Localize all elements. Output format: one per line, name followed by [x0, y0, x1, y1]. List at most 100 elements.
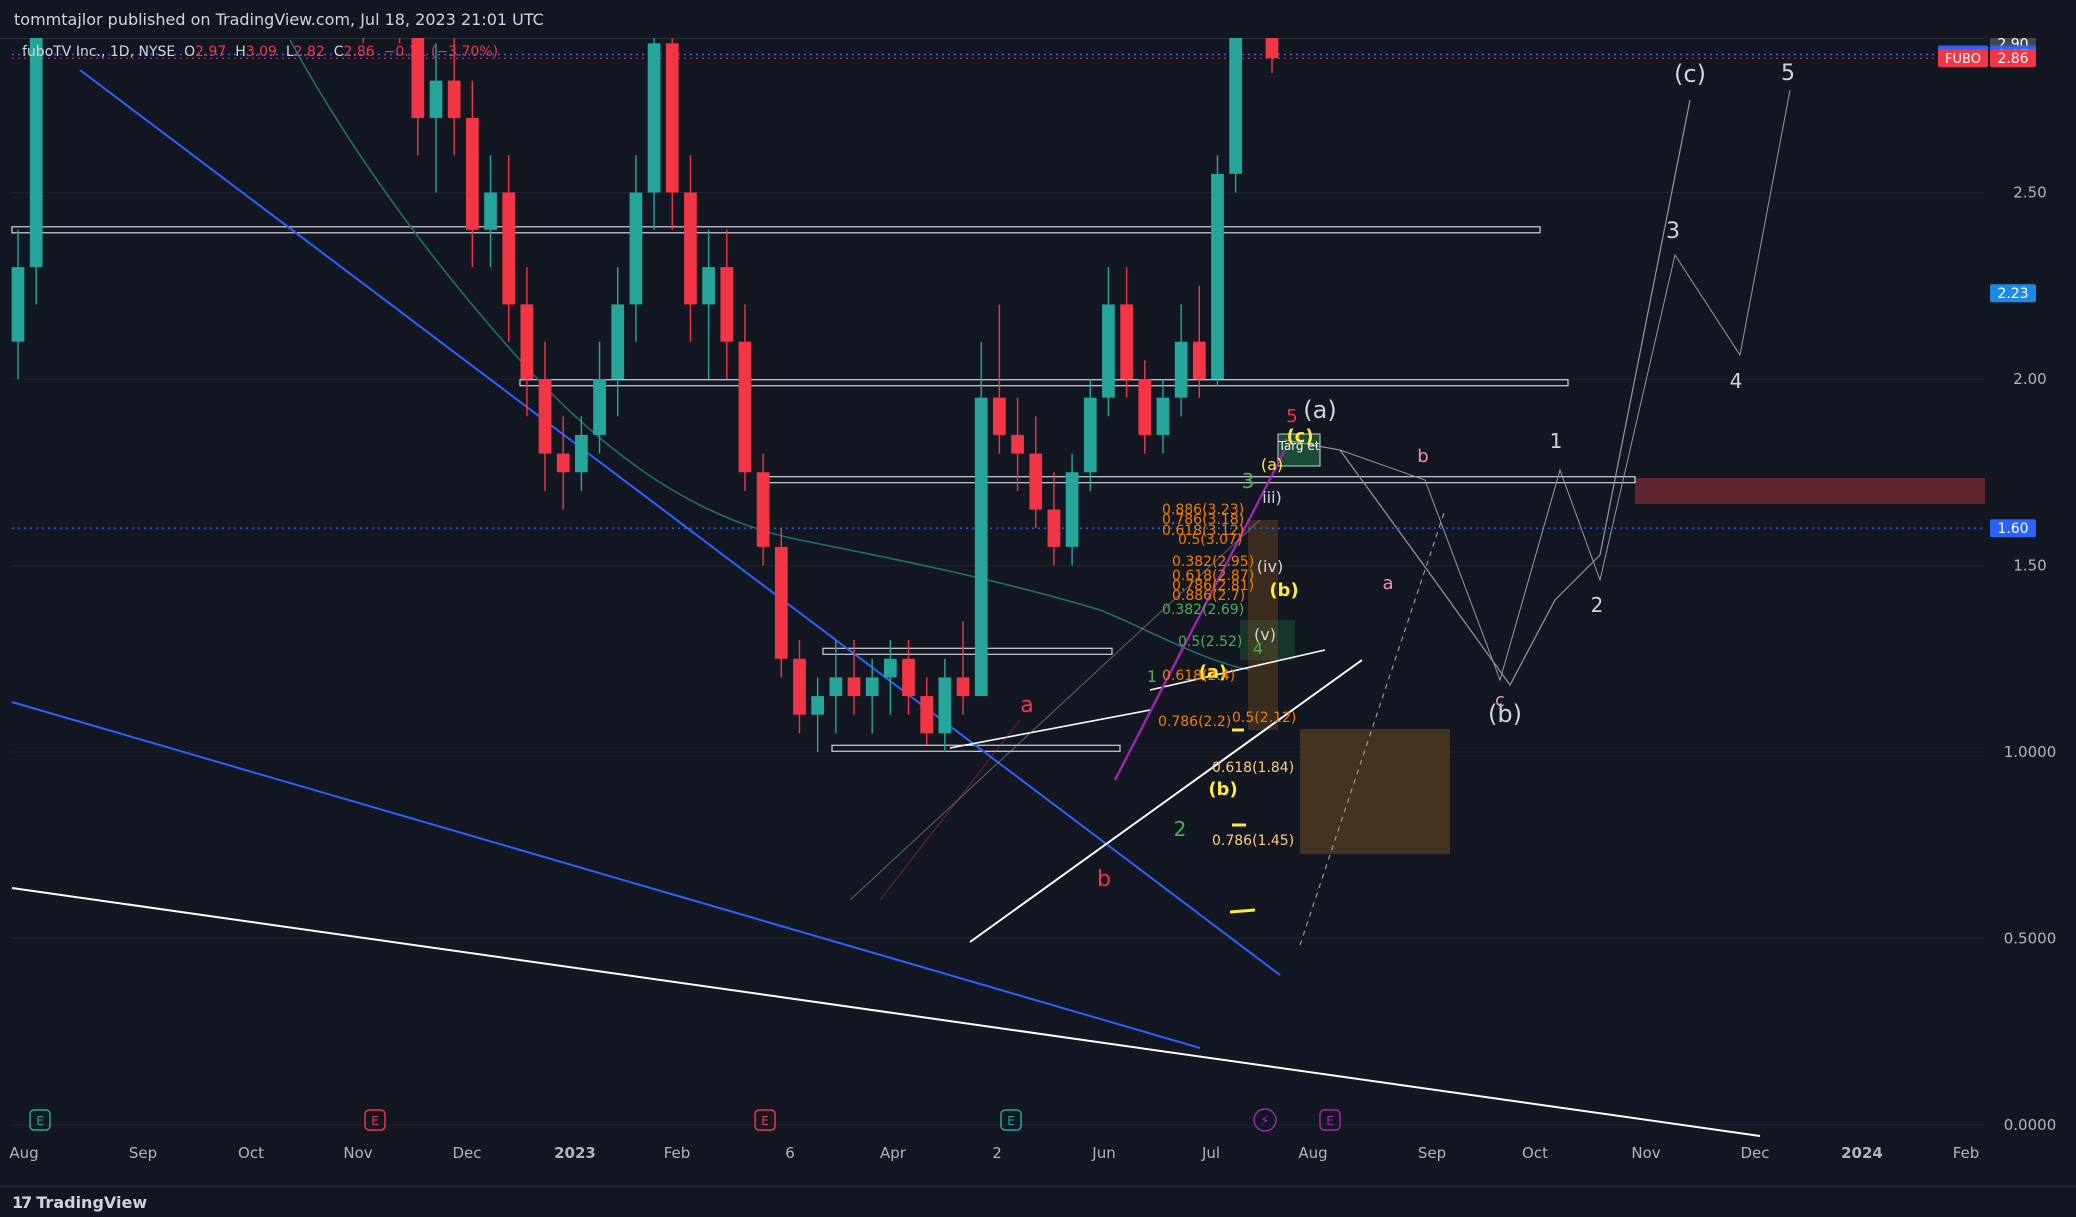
y-tick-label: 1.0000: [2004, 743, 2057, 761]
candle-body: [865, 677, 879, 697]
x-tick-label: 2023: [554, 1144, 596, 1162]
support-resistance-lines: [11, 53, 1985, 752]
chart-grid: [12, 192, 1985, 1126]
fib-05-252: 0.5(2.52): [1178, 634, 1242, 650]
candle-body: [629, 192, 643, 305]
label-big-c: (c): [1674, 60, 1706, 88]
label-green-2: 2: [1174, 817, 1187, 841]
x-tick-label: Apr: [880, 1144, 907, 1162]
level-box: [761, 476, 1636, 484]
svg-text:⚡: ⚡: [1260, 1114, 1269, 1129]
price-badge-tag-label: FUBO: [1945, 52, 1981, 67]
label-green-1: 1: [1147, 667, 1157, 686]
candle-body: [847, 677, 861, 697]
label-green-3: 3: [1242, 469, 1255, 493]
candle-body: [1156, 397, 1170, 435]
price-axis[interactable]: 5.505.004.504.003.502.502.001.501.00000.…: [1985, 38, 2076, 1186]
label-iii: iii): [1262, 488, 1282, 507]
label-4: 4: [1730, 369, 1743, 393]
legend-high: 3.09: [245, 44, 277, 60]
x-tick-label: Feb: [664, 1144, 691, 1162]
level-box: [822, 647, 1113, 655]
candle-body: [883, 658, 897, 678]
x-tick-label: Dec: [452, 1144, 481, 1162]
price-badge-label: 2.86: [1997, 51, 2028, 67]
svg-text:E: E: [1326, 1114, 1334, 1128]
x-tick-label: Jul: [1201, 1144, 1220, 1162]
x-tick-label: Feb: [1953, 1144, 1980, 1162]
candle-body: [956, 677, 970, 697]
x-tick-label: Oct: [238, 1144, 264, 1162]
candle-body: [484, 192, 497, 230]
candle-body: [611, 304, 625, 379]
candle-body: [502, 192, 516, 305]
top-bar: tommtajlor published on TradingView.com,…: [0, 0, 2076, 39]
label-red-b: b: [1097, 867, 1111, 892]
label-yellow-b2: (b): [1208, 779, 1237, 800]
legend-symbol: fuboTV Inc., 1D, NYSE: [22, 44, 176, 60]
x-tick-label: Aug: [1298, 1144, 1327, 1162]
candle-body: [665, 43, 679, 193]
label-yellow-a2: (a): [1261, 455, 1283, 474]
label-1: 1: [1550, 429, 1563, 453]
svg-text:E: E: [36, 1114, 44, 1128]
candle-body: [774, 546, 788, 659]
candle-body: [1229, 38, 1243, 174]
candle-body: [465, 117, 479, 230]
label-big-a: (a): [1303, 396, 1336, 424]
candle-body: [1029, 453, 1043, 510]
candle-body: [829, 677, 843, 697]
fib-05-212: 0.5(2.12): [1232, 710, 1296, 726]
thin-fib-line-2: [879, 719, 1021, 901]
fib-0618-24: 0.618(2.4): [1162, 668, 1235, 684]
candle-body: [1065, 472, 1079, 547]
candle-body: [938, 677, 952, 734]
legend-low: 2.82: [293, 44, 325, 60]
label-3: 3: [1666, 219, 1680, 244]
label-big-b: (b): [1488, 700, 1522, 728]
x-tick-label: 2024: [1841, 1144, 1883, 1162]
downtrend-blue-lower: [11, 701, 1201, 1049]
candle-body: [538, 379, 552, 454]
candle-body: [1047, 509, 1061, 547]
candle-body: [974, 397, 988, 697]
candle-body: [720, 267, 734, 342]
candle-body: [811, 696, 825, 715]
candle-body: [1192, 341, 1206, 379]
candle-body: [520, 304, 534, 379]
candle-body: [920, 696, 934, 734]
label-pink-c: c: [1495, 690, 1505, 711]
candle-body: [793, 658, 806, 715]
label-yellow-b: (b): [1269, 580, 1298, 601]
candle-body: [1211, 173, 1224, 379]
candle-body: [29, 38, 43, 268]
candle-body: [1083, 397, 1097, 473]
level-box: [519, 379, 1569, 387]
svg-text:E: E: [371, 1114, 379, 1128]
symbol-legend: fuboTV Inc., 1D, NYSE O2.97 H3.09 L2.82 …: [22, 44, 499, 60]
fib-0382-269: 0.382(2.69): [1162, 602, 1244, 618]
white-long-trend: [11, 887, 1761, 1137]
time-axis[interactable]: Aug Sep Oct Nov Dec 2023 Feb 6 Apr 2 Jun Jul Aug Sep O…: [9, 1144, 1979, 1162]
x-tick-label: Nov: [1631, 1144, 1660, 1162]
event-markers[interactable]: E E E E ⚡ E: [29, 1108, 1341, 1132]
y-tick-label: 1.50: [2013, 557, 2046, 575]
candle-body: [1102, 304, 1115, 398]
price-chart[interactable]: (c) 5 3 4 1 2 (b) c b a (a) a b 2 1 3 4 …: [0, 38, 2076, 1186]
fib-0786-145: 0.786(1.45): [1212, 833, 1294, 849]
candle-body: [1011, 434, 1024, 454]
y-tick-label: 2.00: [2013, 370, 2046, 388]
candle-body: [11, 267, 25, 342]
x-tick-label: Dec: [1740, 1144, 1769, 1162]
x-tick-label: Jun: [1091, 1144, 1115, 1162]
candle-body: [756, 472, 770, 547]
fib-05-307: 0.5(3.07): [1178, 532, 1242, 548]
tradingview-logo[interactable]: 17 TradingView: [12, 1193, 147, 1212]
dashed-projection: [1299, 509, 1446, 946]
x-tick-label: Aug: [9, 1144, 38, 1162]
candle-body: [447, 80, 461, 118]
trend-lines: [11, 39, 1791, 1137]
white-channel-upper: [949, 709, 1151, 749]
label-pink-a: a: [1382, 573, 1393, 594]
label-iv: (iv): [1257, 557, 1283, 576]
